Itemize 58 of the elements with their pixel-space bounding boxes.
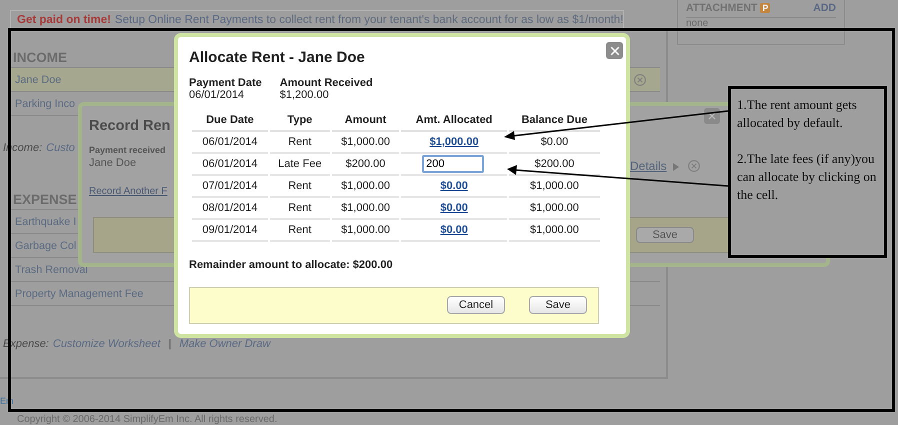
table-cell: Rent	[270, 176, 330, 198]
column-header: Amt. Allocated	[401, 110, 507, 132]
table-cell: Late Fee	[270, 154, 330, 176]
table-cell: Rent	[270, 220, 330, 242]
field-label: Payment received	[89, 145, 166, 155]
separator: |	[168, 338, 172, 350]
column-header: Type	[270, 110, 330, 132]
annotation-text: 2.The late fees (if any)you can allocate by clicking on the cell.	[737, 150, 878, 204]
table-cell: $1,000.00	[508, 220, 600, 242]
column-header: Amount	[332, 110, 400, 132]
cancel-button[interactable]: Cancel	[447, 296, 505, 314]
field-label: Amount Received	[280, 77, 373, 89]
remainder-text: Remainder amount to allocate: $200.00	[189, 259, 393, 271]
banner-text: Setup Online Rent Payments to collect rent from your tenant's bank account for as low as $1/month!	[114, 14, 624, 26]
allocated-link[interactable]: $0.00	[440, 224, 468, 236]
banner-title: Get paid on time!	[17, 14, 111, 26]
table-cell: Rent	[270, 132, 330, 154]
field-value: $1,200.00	[280, 89, 330, 101]
table-cell: $1,000.00	[332, 198, 400, 220]
dialog-title: Allocate Rent - Jane Doe	[189, 49, 365, 66]
table-cell: 06/01/2014	[192, 132, 268, 154]
save-button[interactable]: Save	[636, 227, 694, 243]
worksheet-link[interactable]: Make Owner Draw	[179, 338, 270, 350]
field-value: Jane Doe	[89, 157, 136, 169]
premium-badge: P	[760, 3, 770, 13]
allocated-input[interactable]: 200	[422, 155, 484, 173]
table-cell: $1,000.00	[332, 176, 400, 198]
table-cell: 06/01/2014	[192, 154, 268, 176]
table-cell: 08/01/2014	[192, 198, 268, 220]
triangle-icon	[673, 163, 679, 171]
add-link[interactable]: ADD	[813, 2, 836, 14]
table-cell: 09/01/2014	[192, 220, 268, 242]
table-cell: $200.00	[332, 154, 400, 176]
close-icon	[708, 112, 716, 120]
allocated-link[interactable]: $0.00	[440, 202, 468, 214]
annotation-text: 1.The rent amount gets allocated by default.	[737, 96, 858, 132]
field-label: Payment Date	[189, 77, 262, 89]
allocated-link[interactable]: $1,000.00	[430, 136, 479, 148]
table-cell: $1,000.00	[508, 176, 600, 198]
table-cell: 07/01/2014	[192, 176, 268, 198]
column-header: Due Date	[192, 110, 268, 132]
worksheet-link[interactable]: Custo	[46, 142, 75, 154]
worksheet-link[interactable]: Customize Worksheet	[52, 338, 160, 350]
table-cell: $1,000.00	[332, 132, 400, 154]
field-value: 06/01/2014	[189, 89, 246, 101]
column-header: Balance Due	[508, 110, 600, 132]
table-cell: $1,000.00	[508, 198, 600, 220]
allocated-link[interactable]: $0.00	[440, 180, 468, 192]
remove-icon[interactable]	[634, 74, 646, 86]
table-cell: $1,000.00	[332, 220, 400, 242]
close-button[interactable]	[704, 108, 720, 124]
dialog-title: Record Ren	[89, 118, 170, 134]
close-icon	[610, 46, 620, 56]
banner-link[interactable]: Setup Online Rent Payments	[114, 14, 264, 26]
details-link[interactable]: Details	[630, 159, 667, 173]
table-cell: Rent	[270, 198, 330, 220]
record-another-link[interactable]: Record Another F	[89, 186, 168, 197]
save-button[interactable]: Save	[529, 296, 587, 314]
